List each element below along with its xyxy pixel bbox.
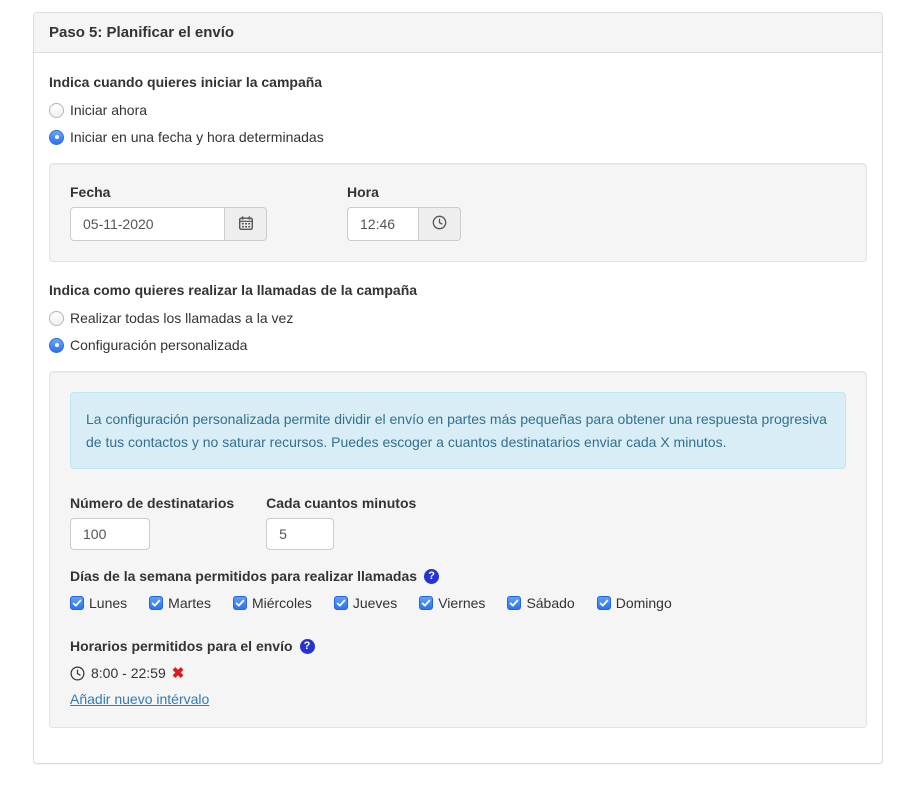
date-input[interactable] xyxy=(70,207,225,241)
radio-custom-config[interactable]: Configuración personalizada xyxy=(49,337,867,353)
checkbox-checked-icon[interactable] xyxy=(597,596,611,610)
radio-start-scheduled[interactable]: Iniciar en una fecha y hora determinadas xyxy=(49,129,867,145)
checkbox-tuesday[interactable]: Martes xyxy=(149,595,211,611)
checkbox-checked-icon[interactable] xyxy=(233,596,247,610)
checkbox-checked-icon[interactable] xyxy=(419,596,433,610)
days-heading-row: Días de la semana permitidos para realiz… xyxy=(70,568,846,584)
radio-checked-icon[interactable] xyxy=(49,130,64,145)
checkbox-monday-label: Lunes xyxy=(89,595,127,611)
date-field-group: Fecha xyxy=(70,184,267,241)
start-section-heading: Indica cuando quieres iniciar la campaña xyxy=(49,74,867,90)
custom-config-well: La configuración personalizada permite d… xyxy=(49,371,867,728)
checkbox-checked-icon[interactable] xyxy=(70,596,84,610)
checkbox-checked-icon[interactable] xyxy=(334,596,348,610)
minutes-input[interactable] xyxy=(266,518,334,550)
checkbox-monday[interactable]: Lunes xyxy=(70,595,127,611)
recipients-field-label: Número de destinatarios xyxy=(70,495,234,511)
radio-start-now-label: Iniciar ahora xyxy=(70,102,147,118)
checkbox-sunday[interactable]: Domingo xyxy=(597,595,672,611)
radio-all-at-once[interactable]: Realizar todas los llamadas a la vez xyxy=(49,310,867,326)
info-alert: La configuración personalizada permite d… xyxy=(70,392,846,469)
days-heading: Días de la semana permitidos para realiz… xyxy=(70,568,417,584)
interval-range: 8:00 - 22:59 xyxy=(91,665,166,681)
radio-checked-icon[interactable] xyxy=(49,338,64,353)
panel-body: Indica cuando quieres iniciar la campaña… xyxy=(34,53,882,763)
minutes-field-group: Cada cuantos minutos xyxy=(266,495,416,550)
throttle-fields-row: Número de destinatarios Cada cuantos min… xyxy=(70,495,846,550)
checkbox-friday[interactable]: Viernes xyxy=(419,595,485,611)
add-interval-link[interactable]: Añadir nuevo intérvalo xyxy=(70,691,209,707)
remove-interval-icon[interactable]: ✖ xyxy=(172,666,185,681)
clock-icon xyxy=(432,215,447,233)
time-input[interactable] xyxy=(347,207,419,241)
checkbox-wednesday[interactable]: Miércoles xyxy=(233,595,312,611)
step5-panel: Paso 5: Planificar el envío Indica cuand… xyxy=(33,12,883,764)
recipients-input[interactable] xyxy=(70,518,150,550)
radio-unchecked-icon[interactable] xyxy=(49,311,64,326)
radio-unchecked-icon[interactable] xyxy=(49,103,64,118)
minutes-field-label: Cada cuantos minutos xyxy=(266,495,416,511)
question-circle-icon[interactable]: ? xyxy=(300,639,315,654)
interval-row: 8:00 - 22:59 ✖ xyxy=(70,665,846,681)
radio-all-at-once-label: Realizar todas los llamadas a la vez xyxy=(70,310,293,326)
schedule-well: Fecha xyxy=(49,163,867,262)
checkbox-wednesday-label: Miércoles xyxy=(252,595,312,611)
checkbox-thursday-label: Jueves xyxy=(353,595,397,611)
recipients-field-group: Número de destinatarios xyxy=(70,495,234,550)
page: Paso 5: Planificar el envío Indica cuand… xyxy=(0,0,910,764)
date-field-label: Fecha xyxy=(70,184,267,200)
checkbox-saturday[interactable]: Sábado xyxy=(507,595,574,611)
checkbox-sunday-label: Domingo xyxy=(616,595,672,611)
radio-start-scheduled-label: Iniciar en una fecha y hora determinadas xyxy=(70,129,324,145)
hours-heading: Horarios permitidos para el envío xyxy=(70,638,293,654)
clock-icon xyxy=(70,666,85,681)
checkbox-thursday[interactable]: Jueves xyxy=(334,595,397,611)
radio-custom-config-label: Configuración personalizada xyxy=(70,337,247,353)
checkbox-friday-label: Viernes xyxy=(438,595,485,611)
hours-heading-row: Horarios permitidos para el envío ? xyxy=(70,638,846,654)
question-circle-icon[interactable]: ? xyxy=(424,569,439,584)
time-field-group: Hora xyxy=(347,184,461,241)
days-checkbox-row: Lunes Martes Miércoles Jueves xyxy=(70,595,846,611)
checkbox-checked-icon[interactable] xyxy=(507,596,521,610)
calendar-icon xyxy=(239,216,253,233)
time-field-label: Hora xyxy=(347,184,461,200)
date-picker-button[interactable] xyxy=(225,207,267,241)
radio-start-now[interactable]: Iniciar ahora xyxy=(49,102,867,118)
mode-section-heading: Indica como quieres realizar la llamadas… xyxy=(49,282,867,298)
date-input-group xyxy=(70,207,267,241)
panel-title: Paso 5: Planificar el envío xyxy=(49,24,234,41)
time-input-group xyxy=(347,207,461,241)
checkbox-saturday-label: Sábado xyxy=(526,595,574,611)
checkbox-checked-icon[interactable] xyxy=(149,596,163,610)
datetime-fields-row: Fecha xyxy=(70,184,846,241)
panel-header: Paso 5: Planificar el envío xyxy=(34,13,882,53)
checkbox-tuesday-label: Martes xyxy=(168,595,211,611)
time-picker-button[interactable] xyxy=(419,207,461,241)
